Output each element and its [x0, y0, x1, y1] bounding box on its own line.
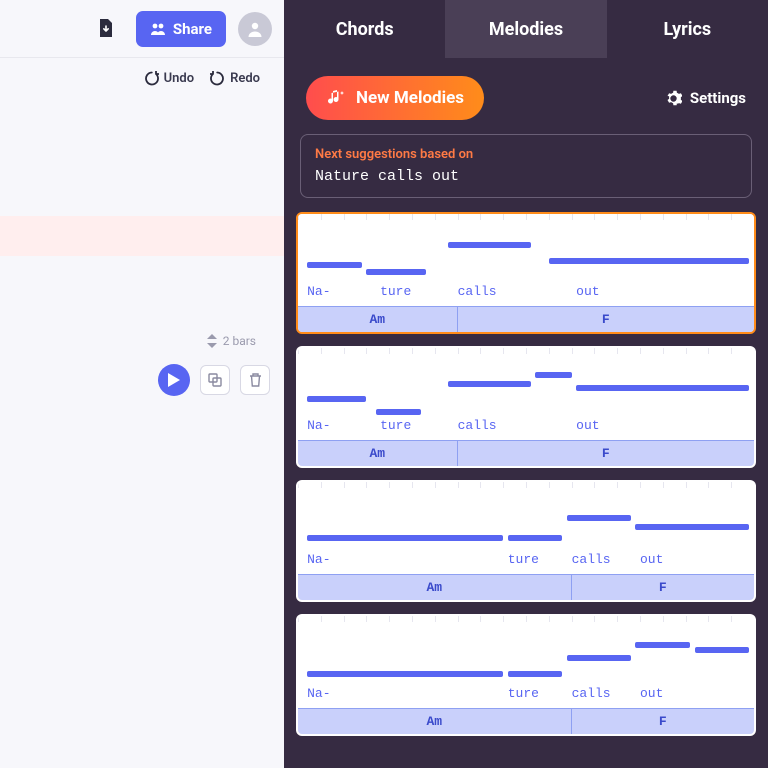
chord-cell: Am: [298, 575, 572, 600]
suggestion-context: Next suggestions based on Nature calls o…: [300, 134, 752, 198]
trash-icon: [249, 373, 262, 387]
copy-button[interactable]: [200, 365, 230, 395]
gear-icon: [665, 90, 682, 107]
tab-chords[interactable]: Chords: [284, 0, 445, 58]
settings-button[interactable]: Settings: [665, 89, 746, 107]
download-icon[interactable]: [88, 11, 124, 47]
tab-melodies[interactable]: Melodies: [445, 0, 606, 58]
syllable: calls: [572, 552, 611, 567]
melody-card[interactable]: Na-ture calls out AmF: [296, 614, 756, 736]
share-label: Share: [173, 20, 212, 38]
syllable: ture: [508, 552, 539, 567]
syllable: ture: [380, 418, 411, 433]
syllable: out: [640, 686, 663, 701]
syllable: calls: [458, 418, 497, 433]
syllable-row: Na-ture calls out: [298, 686, 754, 704]
panel-head: New Melodies Settings: [284, 58, 768, 134]
note: [448, 242, 530, 248]
chord-row: AmF: [298, 440, 754, 466]
redo-icon: [210, 71, 225, 86]
suggestions-panel: Chords Melodies Lyrics New Melodies Sett…: [284, 0, 768, 768]
undo-redo-bar: Undo Redo: [0, 58, 284, 98]
melody-card[interactable]: Na-ture calls out AmF: [296, 346, 756, 468]
topbar: Share: [0, 0, 284, 58]
syllable: ture: [508, 686, 539, 701]
note: [576, 385, 749, 391]
syllable-row: Na-ture calls out: [298, 418, 754, 436]
note: [567, 515, 631, 521]
note: [549, 258, 750, 264]
editor-body: 2 bars: [0, 98, 284, 768]
syllable: Na-: [307, 418, 330, 433]
tab-lyrics[interactable]: Lyrics: [607, 0, 768, 58]
piano-roll: Na-ture calls out: [298, 214, 754, 306]
redo-button[interactable]: Redo: [210, 71, 260, 86]
syllable: ture: [380, 284, 411, 299]
syllable: Na-: [307, 284, 330, 299]
note: [508, 535, 563, 541]
selection-strip: [0, 216, 284, 256]
avatar[interactable]: [238, 12, 272, 46]
note: [635, 642, 690, 648]
syllable: Na-: [307, 552, 330, 567]
syllable: calls: [572, 686, 611, 701]
editor-pane: Share Undo Redo 2 bars: [0, 0, 284, 768]
note: [366, 269, 425, 275]
chord-cell: F: [458, 441, 754, 466]
note: [535, 372, 571, 378]
note: [567, 655, 631, 661]
new-melodies-button[interactable]: New Melodies: [306, 76, 484, 120]
note: [448, 381, 530, 387]
chord-cell: F: [572, 575, 754, 600]
chord-cell: F: [458, 307, 754, 332]
syllable: out: [576, 284, 599, 299]
chord-cell: Am: [298, 441, 458, 466]
chord-row: AmF: [298, 708, 754, 734]
piano-roll: Na-ture calls out: [298, 348, 754, 440]
people-icon: [150, 22, 166, 36]
melody-card[interactable]: Na-ture calls out AmF: [296, 212, 756, 334]
chord-cell: Am: [298, 709, 572, 734]
note: [307, 535, 503, 541]
delete-button[interactable]: [240, 365, 270, 395]
syllable: out: [640, 552, 663, 567]
chord-row: AmF: [298, 574, 754, 600]
syllable: calls: [458, 284, 497, 299]
syllable: out: [576, 418, 599, 433]
note: [695, 647, 750, 653]
suggestion-text: Nature calls out: [315, 168, 737, 185]
syllable-row: Na-ture calls out: [298, 284, 754, 302]
tabs: Chords Melodies Lyrics: [284, 0, 768, 58]
undo-icon: [144, 71, 159, 86]
note: [376, 409, 422, 415]
play-icon: [168, 373, 180, 387]
chord-cell: F: [572, 709, 754, 734]
note: [307, 396, 366, 402]
play-button[interactable]: [158, 364, 190, 396]
note: [635, 524, 749, 530]
piano-roll: Na-ture calls out: [298, 482, 754, 574]
melody-cards: Na-turecallsoutAmFNa-turecallsoutAmFNa-t…: [284, 212, 768, 736]
note: [307, 671, 503, 677]
syllable-row: Na-ture calls out: [298, 552, 754, 570]
undo-button[interactable]: Undo: [144, 71, 194, 86]
music-sparkle-icon: [326, 89, 346, 107]
play-row: [158, 364, 270, 396]
piano-roll: Na-ture calls out: [298, 616, 754, 708]
note: [307, 262, 362, 268]
bars-control[interactable]: 2 bars: [207, 334, 256, 348]
sort-icon: [207, 334, 217, 348]
share-button[interactable]: Share: [136, 11, 226, 47]
copy-icon: [208, 373, 222, 387]
melody-card[interactable]: Na-ture calls out AmF: [296, 480, 756, 602]
suggestion-label: Next suggestions based on: [315, 147, 737, 162]
chord-row: AmF: [298, 306, 754, 332]
note: [508, 671, 563, 677]
chord-cell: Am: [298, 307, 458, 332]
syllable: Na-: [307, 686, 330, 701]
